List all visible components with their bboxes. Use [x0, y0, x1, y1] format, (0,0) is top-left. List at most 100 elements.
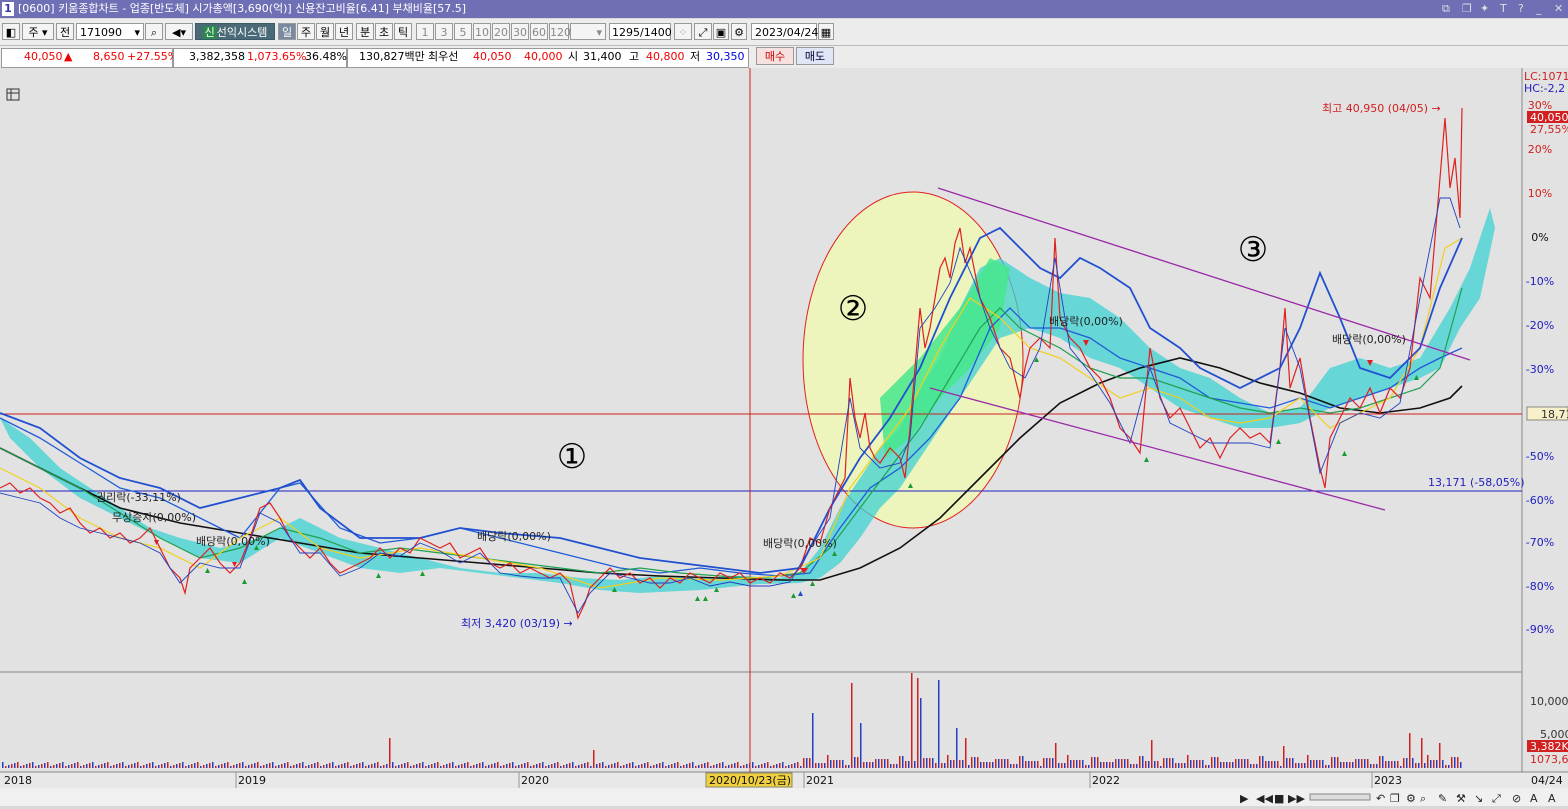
gear-icon[interactable]: ⚙ [731, 23, 747, 40]
period-month[interactable]: 월 [316, 23, 334, 40]
volume-bar [671, 764, 673, 768]
layout-toggle-icon[interactable]: ◧ [2, 23, 20, 40]
clip-icon[interactable]: ⊘ [1512, 792, 1521, 805]
y-tick-20: 20% [1528, 143, 1552, 156]
volume-bar [809, 758, 811, 768]
best-bid: 40,000 [524, 50, 563, 63]
copy-icon[interactable]: ❐ [1390, 792, 1400, 805]
minute-1[interactable]: 1 [416, 23, 434, 40]
stock-code-input[interactable]: 171090 ▾ [76, 23, 144, 40]
volume-bar [62, 762, 64, 768]
font-size-icon[interactable]: A [1548, 792, 1556, 805]
volume-bar [815, 763, 817, 768]
volume-bar [653, 765, 655, 768]
minute-5[interactable]: 5 [454, 23, 472, 40]
minimize-icon[interactable]: _ [1536, 0, 1542, 18]
volume-bar [95, 766, 97, 768]
minute-60[interactable]: 60 [530, 23, 548, 40]
count-input[interactable]: 1295/1400 [609, 23, 672, 40]
volume-bar [1094, 757, 1096, 768]
minute-10[interactable]: 10 [473, 23, 491, 40]
tools-icon[interactable]: ⚒ [1456, 792, 1466, 805]
help-icon[interactable]: ? [1518, 0, 1524, 18]
rewind-icon[interactable]: ◀◀ [1256, 792, 1273, 805]
zoom-reset-icon[interactable]: ↶ [1376, 792, 1385, 805]
volume-bar [188, 765, 190, 768]
volume-percent: 1,073.65% [247, 50, 307, 63]
signal-system-button[interactable]: 신 선익시스템 [195, 23, 275, 40]
volume-bar [899, 756, 901, 768]
play-icon[interactable]: ▶ [1240, 792, 1249, 805]
volume-bar [848, 765, 850, 768]
period-week[interactable]: 주 [297, 23, 315, 40]
minute-120[interactable]: 120 [549, 23, 571, 40]
pin-icon[interactable]: ✦ [1480, 0, 1489, 18]
sell-button[interactable]: 매도 [796, 47, 834, 65]
volume-bar [1211, 757, 1213, 768]
volume-bar [1109, 762, 1111, 768]
volume-bar [1235, 759, 1237, 768]
link-icon[interactable]: ⁘ [674, 23, 692, 40]
font-icon[interactable]: A [1530, 792, 1538, 805]
volume-bar [737, 762, 739, 768]
prev-button[interactable]: 전 [56, 23, 74, 40]
date-input[interactable]: 2023/04/24 [751, 23, 818, 40]
volume-bar [401, 764, 403, 768]
close-icon[interactable]: ✕ [1554, 0, 1563, 18]
interval-select[interactable]: ▾ [570, 23, 606, 40]
period-day[interactable]: 일 [278, 23, 296, 40]
change-amount: 8,650 [93, 50, 125, 63]
text-icon[interactable]: T [1500, 0, 1507, 18]
zoom-icon[interactable]: ⤢ [694, 23, 712, 40]
volume-bar [230, 766, 232, 768]
forward-icon[interactable]: ▶▶ [1288, 792, 1305, 805]
settings-icon[interactable]: ⚙ [1406, 792, 1416, 805]
volume-bar [269, 763, 271, 768]
zoom-icon[interactable]: ⌕ [1420, 792, 1426, 805]
volume-bar [1055, 743, 1057, 768]
zoom-slider[interactable] [1309, 793, 1371, 801]
volume-bar [893, 764, 895, 768]
volume-bar [1028, 761, 1030, 768]
buy-button[interactable]: 매수 [756, 47, 794, 65]
volume-bar [119, 763, 121, 768]
chart-area[interactable]: ① ② ③ 최고 40,950 (04/05) → 최저 3,420 (03/1… [0, 68, 1568, 806]
volume-bar [1460, 762, 1462, 768]
volume-bar [596, 764, 598, 768]
chart-svg[interactable]: ① ② ③ 최고 40,950 (04/05) → 최저 3,420 (03/1… [0, 68, 1568, 806]
minute-20[interactable]: 20 [492, 23, 510, 40]
volume-bar [1412, 758, 1414, 768]
volume-bar [464, 763, 466, 768]
calendar-icon[interactable]: ▦ [818, 23, 834, 40]
volume-bar [1115, 759, 1117, 768]
volume-bar [1247, 759, 1249, 768]
minute-3[interactable]: 3 [435, 23, 453, 40]
period-minute[interactable]: 분 [356, 23, 374, 40]
stop-icon[interactable]: ■ [1274, 792, 1284, 805]
search-icon[interactable]: ⌕ [145, 23, 163, 40]
measure-icon[interactable]: ↘ [1474, 792, 1483, 805]
volume-bar [1307, 755, 1309, 768]
period-year[interactable]: 년 [335, 23, 353, 40]
change-percent: +27.55% [127, 50, 179, 63]
volume-bar [482, 762, 484, 768]
volume-bar [113, 765, 115, 768]
minute-30[interactable]: 30 [511, 23, 529, 40]
volume-bar [167, 762, 169, 768]
volume-bar [1181, 763, 1183, 768]
volume-bar [767, 762, 769, 768]
period-second[interactable]: 초 [375, 23, 393, 40]
save-icon[interactable]: ▣ [713, 23, 729, 40]
layout-icon[interactable]: ⧉ [1442, 0, 1450, 18]
period-tick[interactable]: 틱 [394, 23, 412, 40]
volume-bar [428, 765, 430, 768]
brush-icon[interactable]: ⤢ [1492, 792, 1501, 805]
low-label: 저 [690, 50, 701, 63]
best-ask: 40,050 [473, 50, 512, 63]
speaker-icon[interactable]: ◀▾ [165, 23, 193, 40]
restore-icon[interactable]: ❐ [1462, 0, 1472, 18]
volume-bar [41, 764, 43, 768]
market-select[interactable]: 주 ▾ [22, 23, 54, 40]
draw-icon[interactable]: ✎ [1438, 792, 1447, 805]
volume-bar [1439, 743, 1441, 768]
